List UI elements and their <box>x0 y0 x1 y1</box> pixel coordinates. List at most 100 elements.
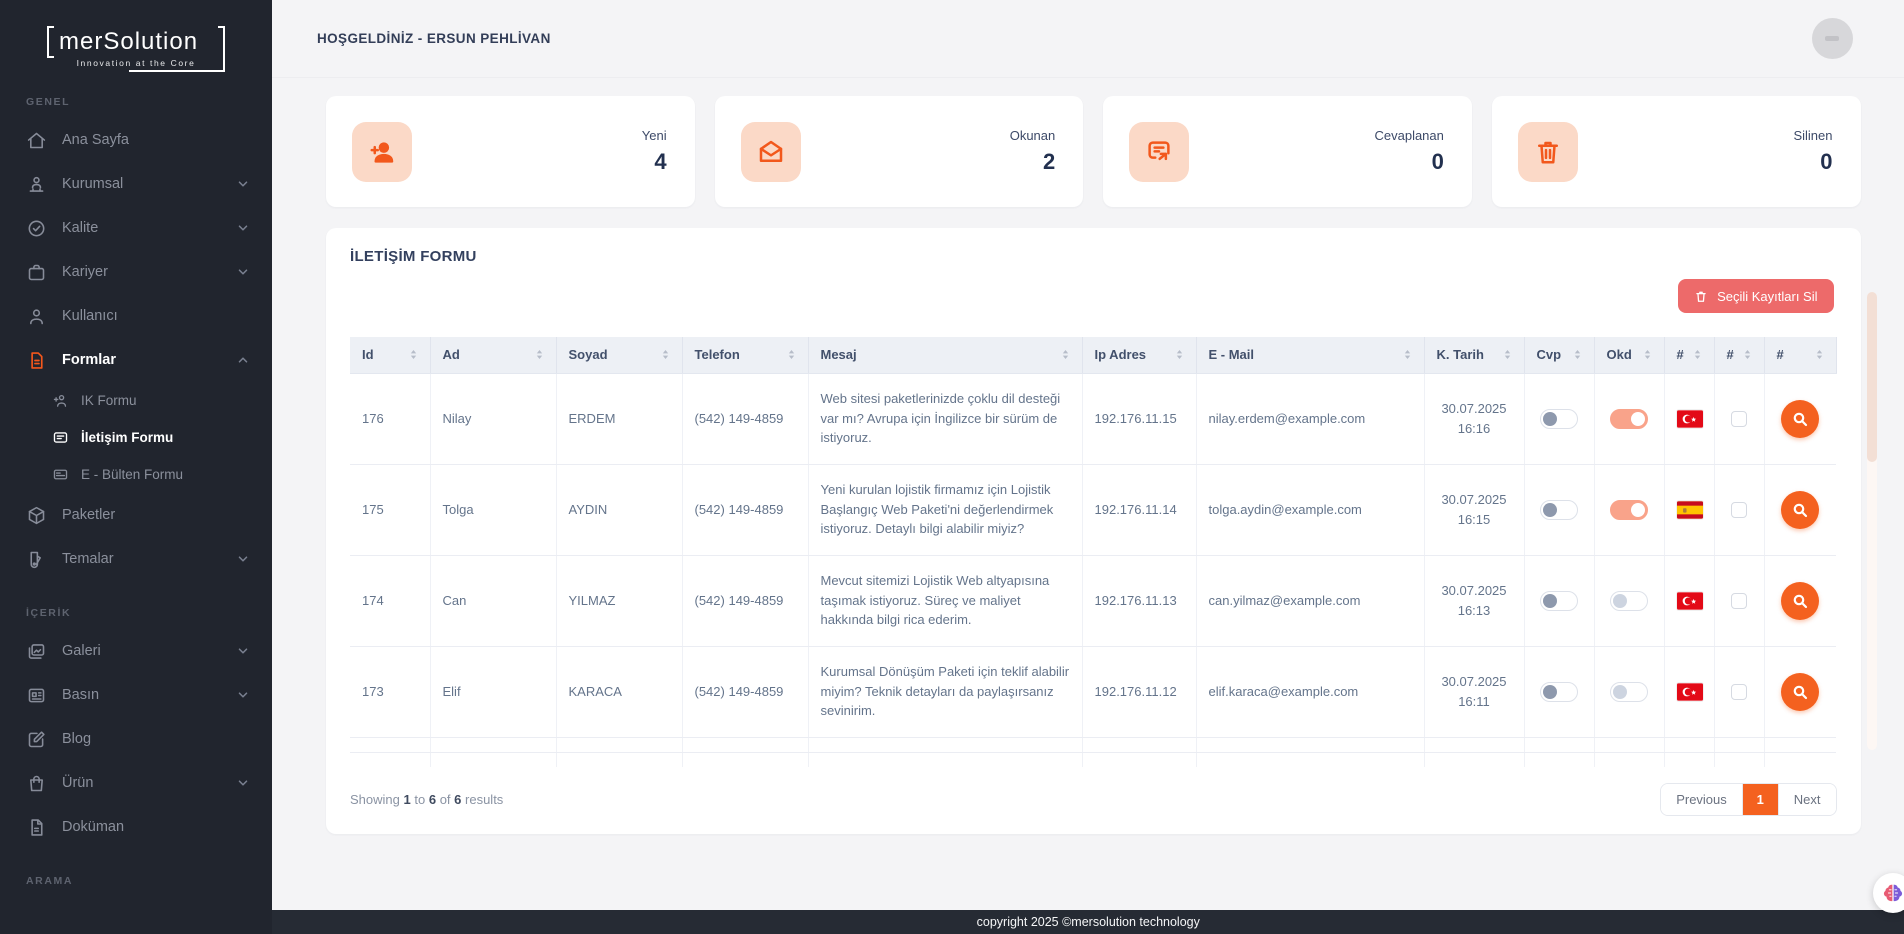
search-icon <box>1792 502 1808 518</box>
row-checkbox[interactable] <box>1731 684 1747 701</box>
results-summary: Showing 1 to 6 of 6 results <box>350 792 503 807</box>
sidebar-section-genel[interactable]: GENEL <box>0 94 272 110</box>
sidebar-section-icerik[interactable]: İÇERİK <box>0 605 272 621</box>
column-header[interactable]: Telefon <box>682 337 809 374</box>
column-header-label: E - Mail <box>1208 347 1255 363</box>
cell-ip: 192.176.11.12 <box>1082 646 1197 738</box>
sort-icon[interactable] <box>407 348 420 361</box>
scrollbar-thumb[interactable] <box>1866 292 1877 462</box>
cvp-toggle[interactable] <box>1540 499 1578 520</box>
sort-icon[interactable] <box>1741 348 1754 361</box>
column-header[interactable]: Soyad <box>556 337 683 374</box>
column-header[interactable]: Id <box>350 337 431 374</box>
sort-icon[interactable] <box>1173 348 1186 361</box>
sidebar-item-dokuman[interactable]: Doküman <box>0 805 272 849</box>
sidebar-item-icon <box>26 130 47 151</box>
sidebar: merSolution Innovation at the Core GENEL… <box>0 0 272 934</box>
sort-icon[interactable] <box>1691 348 1704 361</box>
sidebar-item-icon <box>52 466 69 483</box>
cvp-toggle[interactable] <box>1540 408 1578 429</box>
brand-name: merSolution <box>59 28 199 55</box>
copyright-text: copyright 2025 ©mersolution technology <box>976 915 1200 929</box>
stat-card-value: 4 <box>654 149 667 174</box>
sidebar-item-kalite[interactable]: Kalite <box>0 206 272 250</box>
row-checkbox[interactable] <box>1731 593 1747 610</box>
cell-mesaj: Mevcut sitemizi Lojistik Web altyapısına… <box>808 555 1083 647</box>
sidebar-item-icon <box>26 685 47 706</box>
sidebar-item-kurumsal[interactable]: Kurumsal <box>0 162 272 206</box>
sidebar-item-paketler[interactable]: Paketler <box>0 493 272 537</box>
view-record-button[interactable] <box>1781 581 1820 620</box>
sidebar-item-blog[interactable]: Blog <box>0 717 272 761</box>
column-header[interactable]: # <box>1664 337 1715 374</box>
column-header[interactable]: Cvp <box>1524 337 1595 374</box>
content-scrollbar[interactable] <box>1866 292 1877 750</box>
sidebar-item-kariyer[interactable]: Kariyer <box>0 250 272 294</box>
summary-word: Showing <box>350 792 400 807</box>
sidebar-item-iletisim-formu[interactable]: İletişim Formu <box>0 419 272 456</box>
okd-toggle[interactable] <box>1610 681 1648 702</box>
sort-icon[interactable] <box>1401 348 1414 361</box>
view-record-button[interactable] <box>1781 490 1820 529</box>
column-header[interactable]: # <box>1714 337 1765 374</box>
sort-icon[interactable] <box>1059 348 1072 361</box>
column-header[interactable]: E - Mail <box>1196 337 1425 374</box>
cell-cvp <box>1524 373 1595 465</box>
sidebar-item-basin[interactable]: Basın <box>0 673 272 717</box>
table-scroll-area[interactable]: Id Ad Soyad Telefon Mesaj Ip Adres E - M… <box>350 337 1837 767</box>
cell-ip: 192.176.11.15 <box>1082 373 1197 465</box>
pagination-previous[interactable]: Previous <box>1661 784 1742 815</box>
sidebar-item-ana-sayfa[interactable]: Ana Sayfa <box>0 118 272 162</box>
toggle-knob <box>1631 502 1645 517</box>
row-checkbox[interactable] <box>1731 411 1747 428</box>
sort-icon[interactable] <box>1641 348 1654 361</box>
tarih-date: 30.07.2025 <box>1441 401 1507 416</box>
cell-soyad: ERDEM <box>556 373 683 465</box>
cvp-toggle[interactable] <box>1540 681 1578 702</box>
okd-toggle[interactable] <box>1610 408 1648 429</box>
cvp-toggle[interactable] <box>1540 590 1578 611</box>
cell-mesaj: Kurumsal Dönüşüm Paketi için teklif alab… <box>808 646 1083 738</box>
country-flag-icon <box>1677 683 1703 701</box>
column-header[interactable]: Okd <box>1594 337 1665 374</box>
okd-toggle[interactable] <box>1610 590 1648 611</box>
sort-icon[interactable] <box>1571 348 1584 361</box>
cell-action <box>1764 646 1836 738</box>
sidebar-item-label: Kullanıcı <box>62 308 118 324</box>
sidebar-item-galeri[interactable]: Galeri <box>0 629 272 673</box>
pagination-next[interactable]: Next <box>1777 784 1836 815</box>
sidebar-item-temalar[interactable]: Temalar <box>0 537 272 581</box>
sidebar-item-urun[interactable]: Ürün <box>0 761 272 805</box>
row-checkbox[interactable] <box>1731 502 1747 519</box>
okd-toggle[interactable] <box>1610 499 1648 520</box>
view-record-button[interactable] <box>1781 672 1820 711</box>
sort-icon[interactable] <box>533 348 546 361</box>
sort-icon[interactable] <box>1501 348 1514 361</box>
sort-icon[interactable] <box>1813 348 1826 361</box>
sort-icon[interactable] <box>785 348 798 361</box>
sidebar-item-ik-formu[interactable]: IK Formu <box>0 382 272 419</box>
column-header[interactable]: # <box>1764 337 1837 374</box>
sidebar-item-label: Temalar <box>62 551 114 567</box>
contact-form-panel: İLETİŞİM FORMU Seçili Kayıtları Sil Id A… <box>326 228 1861 834</box>
summary-word: of <box>439 792 451 807</box>
column-header[interactable]: Mesaj <box>808 337 1083 374</box>
logo-underline <box>129 70 225 72</box>
view-record-button[interactable] <box>1781 399 1820 438</box>
cell-flag <box>1664 464 1715 556</box>
delete-selected-button[interactable]: Seçili Kayıtları Sil <box>1678 279 1834 313</box>
column-header[interactable]: K. Tarih <box>1424 337 1525 374</box>
cell-select <box>1714 555 1765 647</box>
pagination-page-1[interactable]: 1 <box>1741 784 1778 815</box>
toggle-knob <box>1543 502 1557 517</box>
user-avatar[interactable] <box>1811 18 1853 59</box>
sidebar-item-formlar[interactable]: Formlar <box>0 338 272 382</box>
sidebar-item-label: Galeri <box>62 643 101 659</box>
sidebar-section-arama[interactable]: ARAMA <box>0 873 272 889</box>
cell-ad: Can <box>430 555 557 647</box>
column-header[interactable]: Ip Adres <box>1082 337 1197 374</box>
sidebar-item-kullanici[interactable]: Kullanıcı <box>0 294 272 338</box>
column-header[interactable]: Ad <box>430 337 557 374</box>
sort-icon[interactable] <box>659 348 672 361</box>
sidebar-item-e-bulten-formu[interactable]: E - Bülten Formu <box>0 456 272 493</box>
